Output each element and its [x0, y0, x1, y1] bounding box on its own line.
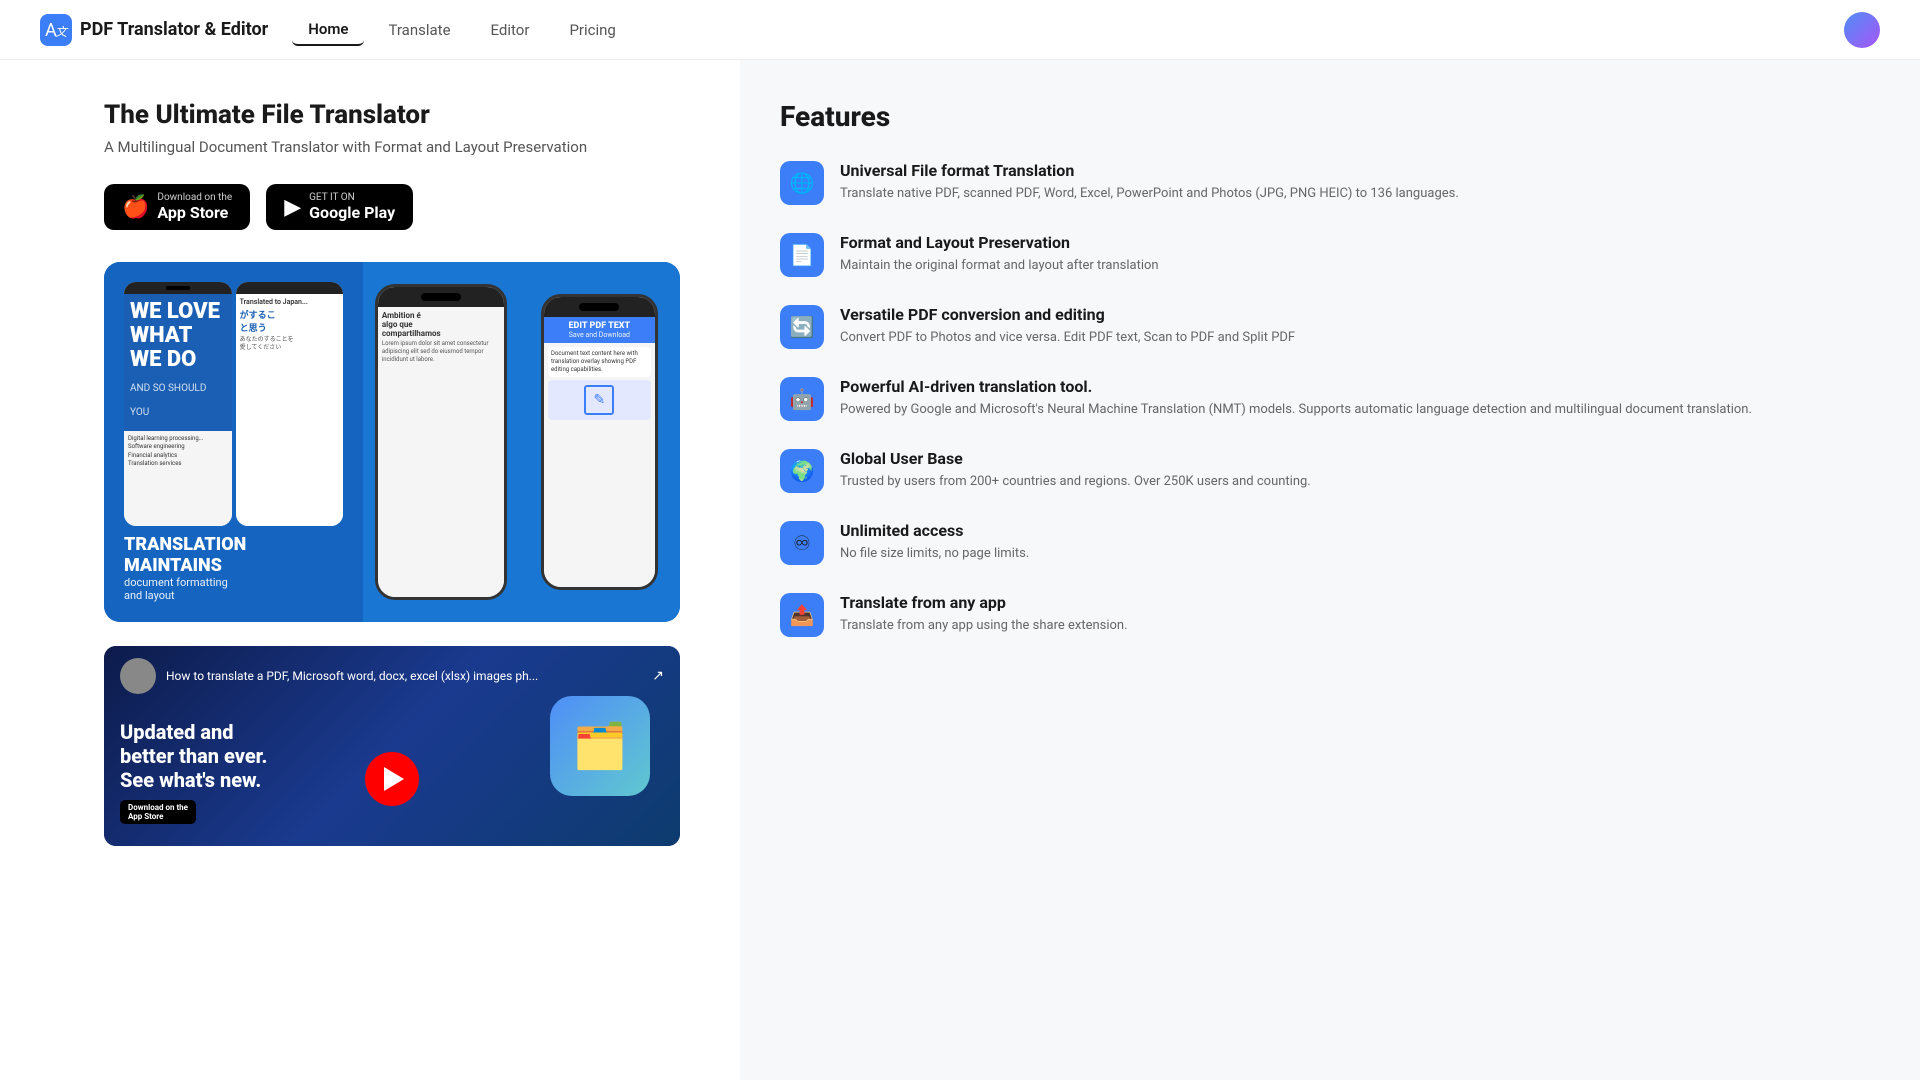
main-container: The Ultimate File Translator A Multiling…	[0, 60, 1920, 1080]
app-store-small: Download on the	[157, 192, 232, 203]
video-overlay: How to translate a PDF, Microsoft word, …	[104, 646, 680, 846]
header-right	[1844, 12, 1880, 48]
nav-editor[interactable]: Editor	[475, 15, 546, 45]
app-store-large: App Store	[157, 203, 232, 222]
feature-text-versatile: Versatile PDF conversion and editing Con…	[840, 305, 1860, 348]
feature-icon-global: 🌍	[780, 449, 824, 493]
feature-text-universal: Universal File format Translation Transl…	[840, 161, 1860, 204]
feature-item-anyapp: 📤 Translate from any app Translate from …	[780, 593, 1860, 637]
feature-text-global: Global User Base Trusted by users from 2…	[840, 449, 1860, 492]
video-title-text: How to translate a PDF, Microsoft word, …	[166, 669, 642, 683]
logo-area: A 文 PDF Translator & Editor	[40, 14, 268, 46]
app-store-button[interactable]: 🍎 Download on the App Store	[104, 184, 250, 230]
phone-mockup-2: Translated to Japan... がすること思う あなたのすることを…	[236, 282, 344, 526]
feature-icon-glyph-unlimited: ♾	[793, 531, 811, 555]
feature-text-format: Format and Layout Preservation Maintain …	[840, 233, 1860, 276]
feature-name-universal: Universal File format Translation	[840, 161, 1860, 180]
nav: Home Translate Editor Pricing	[292, 14, 632, 46]
feature-icon-format: 📄	[780, 233, 824, 277]
feature-desc-unlimited: No file size limits, no page limits.	[840, 544, 1860, 564]
apple-icon: 🍎	[122, 195, 149, 220]
app-buttons: 🍎 Download on the App Store ▶ GET IT ON …	[104, 184, 680, 230]
feature-desc-versatile: Convert PDF to Photos and vice versa. Ed…	[840, 328, 1860, 348]
screenshots-banner: WE LOVEWHAT WE DOAND SO SHOULD YOU Digit…	[104, 262, 680, 622]
feature-name-format: Format and Layout Preservation	[840, 233, 1860, 252]
download-small: Download on theApp Store	[120, 800, 196, 824]
video-top: How to translate a PDF, Microsoft word, …	[120, 658, 664, 694]
feature-icon-universal: 🌐	[780, 161, 824, 205]
play-triangle	[384, 767, 404, 791]
feature-icon-glyph-anyapp: 📤	[790, 603, 815, 627]
phone-mockup-1: WE LOVEWHAT WE DOAND SO SHOULD YOU Digit…	[124, 282, 232, 526]
nav-translate[interactable]: Translate	[372, 15, 466, 45]
phone-top-right	[544, 297, 655, 317]
phone-notch-right	[579, 303, 619, 311]
logo-text: PDF Translator & Editor	[80, 19, 268, 40]
phone-notch	[421, 293, 461, 301]
feature-icon-glyph-global: 🌍	[790, 459, 815, 483]
feature-icon-glyph-ai: 🤖	[790, 387, 815, 411]
phone-top	[378, 287, 504, 307]
screenshot-right: EDIT PDF TEXT Save and Download Document…	[519, 262, 680, 622]
feature-name-global: Global User Base	[840, 449, 1860, 468]
feature-item-ai: 🤖 Powerful AI-driven translation tool. P…	[780, 377, 1860, 421]
feature-desc-global: Trusted by users from 200+ countries and…	[840, 472, 1860, 492]
share-icon: ↗	[652, 668, 664, 684]
phone-body-right: Document text content here with translat…	[544, 343, 655, 587]
google-play-large: Google Play	[309, 203, 395, 222]
feature-text-ai: Powerful AI-driven translation tool. Pow…	[840, 377, 1860, 420]
phone-mockup-4: EDIT PDF TEXT Save and Download Document…	[541, 294, 658, 590]
feature-icon-glyph-versatile: 🔄	[790, 315, 815, 339]
hero-title: The Ultimate File Translator	[104, 100, 680, 130]
features-title: Features	[780, 100, 1860, 133]
features-list: 🌐 Universal File format Translation Tran…	[780, 161, 1860, 637]
feature-icon-versatile: 🔄	[780, 305, 824, 349]
video-thumbnail[interactable]: 🗂️ How to translate a PDF, Microsoft wor…	[104, 646, 680, 846]
avatar[interactable]	[1844, 12, 1880, 48]
feature-text-unlimited: Unlimited access No file size limits, no…	[840, 521, 1860, 564]
google-play-small: GET IT ON	[309, 192, 395, 203]
feature-name-anyapp: Translate from any app	[840, 593, 1860, 612]
feature-desc-anyapp: Translate from any app using the share e…	[840, 616, 1860, 636]
header: A 文 PDF Translator & Editor Home Transla…	[0, 0, 1920, 60]
logo-icon: A 文	[40, 14, 72, 46]
right-panel: Features 🌐 Universal File format Transla…	[740, 60, 1920, 1080]
app-store-text: Download on the App Store	[157, 192, 232, 222]
feature-icon-anyapp: 📤	[780, 593, 824, 637]
feature-icon-unlimited: ♾	[780, 521, 824, 565]
screenshot-left: WE LOVEWHAT WE DOAND SO SHOULD YOU Digit…	[104, 262, 363, 622]
hero-subtitle: A Multilingual Document Translator with …	[104, 138, 680, 156]
feature-icon-ai: 🤖	[780, 377, 824, 421]
feature-name-unlimited: Unlimited access	[840, 521, 1860, 540]
feature-item-format: 📄 Format and Layout Preservation Maintai…	[780, 233, 1860, 277]
google-play-text: GET IT ON Google Play	[309, 192, 395, 222]
nav-home[interactable]: Home	[292, 14, 364, 46]
play-button[interactable]	[365, 752, 419, 806]
feature-text-anyapp: Translate from any app Translate from an…	[840, 593, 1860, 636]
svg-text:文: 文	[55, 25, 69, 39]
phone-mockup-3: Ambition éalgo quecompartilhamos Lorem i…	[375, 284, 507, 601]
google-play-button[interactable]: ▶ GET IT ON Google Play	[266, 184, 413, 230]
left-panel: The Ultimate File Translator A Multiling…	[0, 60, 740, 1080]
phone-body-mid: Ambition éalgo quecompartilhamos Lorem i…	[378, 307, 504, 598]
feature-desc-format: Maintain the original format and layout …	[840, 256, 1860, 276]
feature-icon-glyph-format: 📄	[790, 243, 815, 267]
video-avatar	[120, 658, 156, 694]
feature-item-global: 🌍 Global User Base Trusted by users from…	[780, 449, 1860, 493]
edit-pdf-header: EDIT PDF TEXT Save and Download	[544, 317, 655, 343]
feature-icon-glyph-universal: 🌐	[790, 171, 815, 195]
feature-name-versatile: Versatile PDF conversion and editing	[840, 305, 1860, 324]
feature-desc-ai: Powered by Google and Microsoft's Neural…	[840, 400, 1860, 420]
feature-name-ai: Powerful AI-driven translation tool.	[840, 377, 1860, 396]
feature-item-unlimited: ♾ Unlimited access No file size limits, …	[780, 521, 1860, 565]
google-play-icon: ▶	[284, 195, 301, 220]
we-love-text: WE LOVEWHAT WE DOAND SO SHOULD YOU	[130, 300, 226, 421]
screenshot-mid: Ambition éalgo quecompartilhamos Lorem i…	[363, 262, 519, 622]
feature-desc-universal: Translate native PDF, scanned PDF, Word,…	[840, 184, 1860, 204]
translation-maintains-label: TRANSLATION MAINTAINS document formattin…	[124, 534, 343, 602]
feature-item-universal: 🌐 Universal File format Translation Tran…	[780, 161, 1860, 205]
nav-pricing[interactable]: Pricing	[553, 15, 631, 45]
feature-item-versatile: 🔄 Versatile PDF conversion and editing C…	[780, 305, 1860, 349]
